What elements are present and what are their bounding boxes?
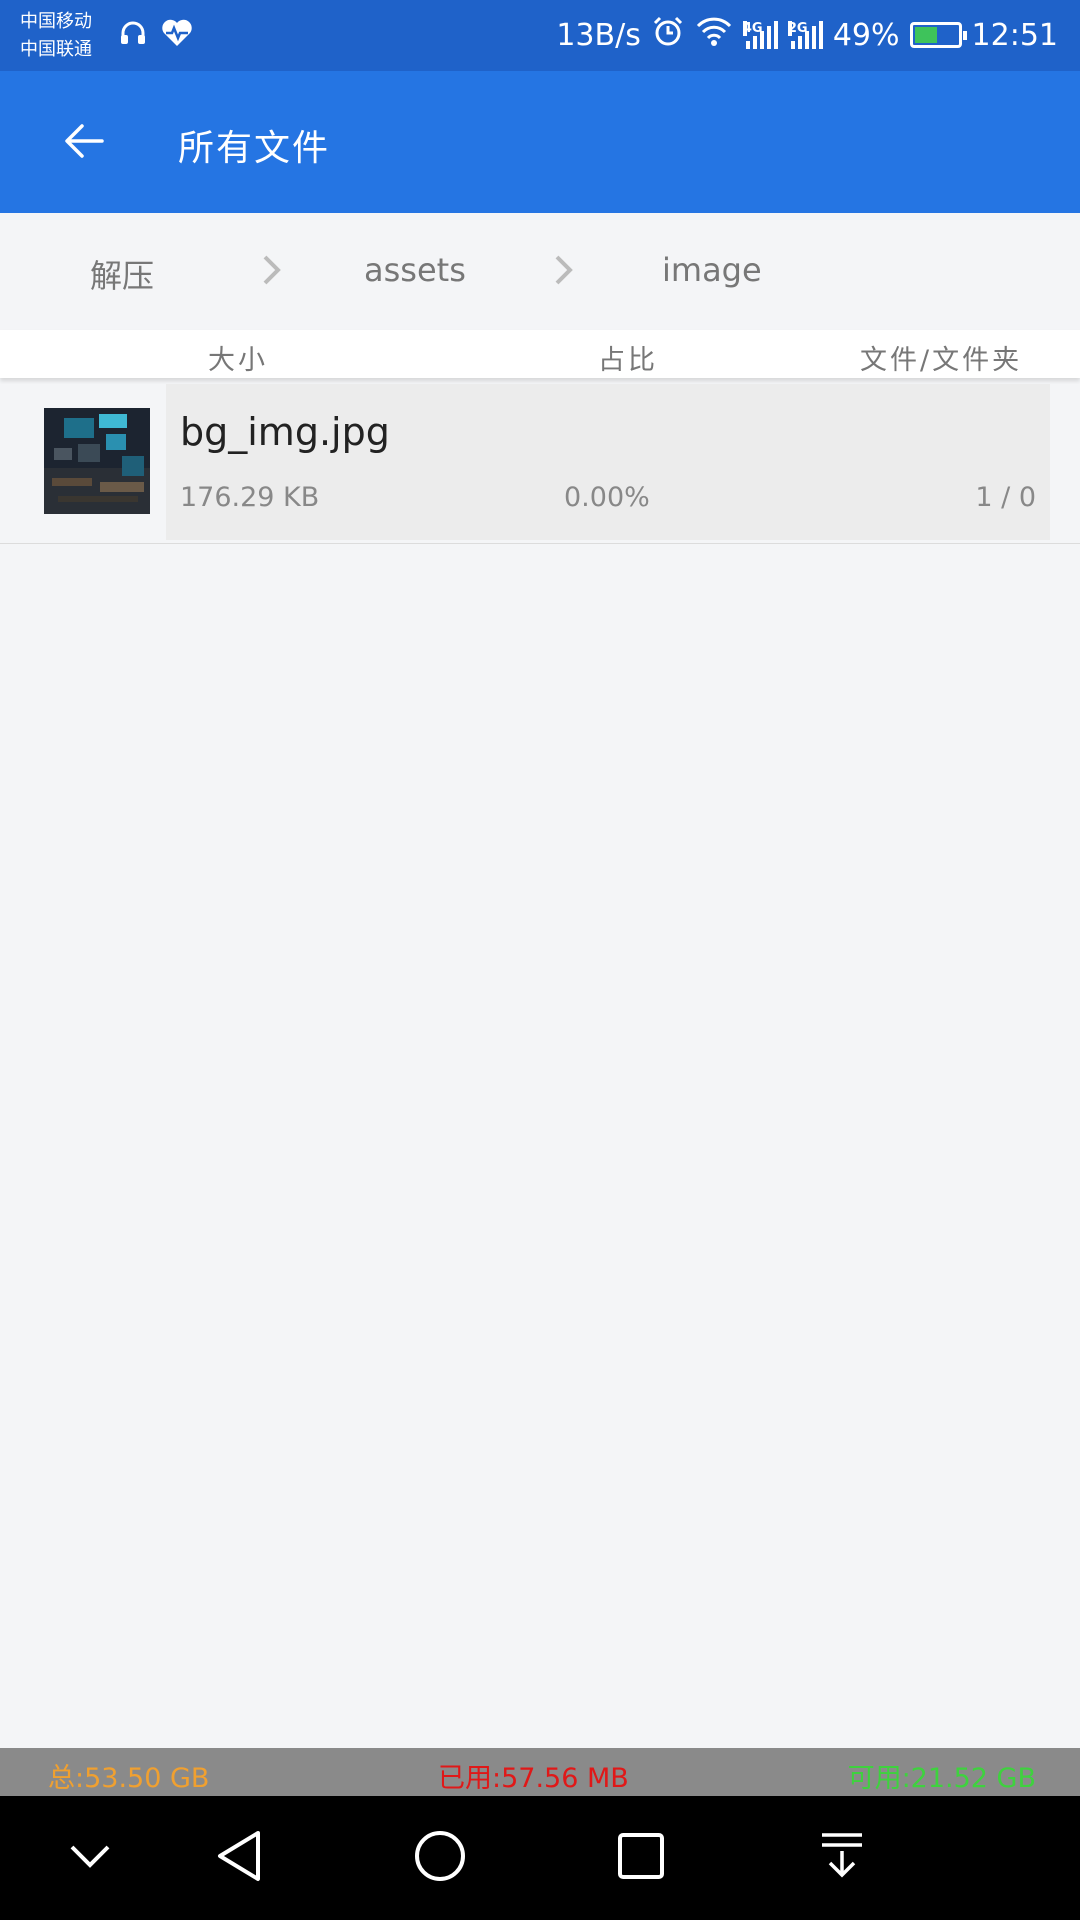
file-size: 176.29 KB [180,482,320,513]
status-bar: 中国移动 中国联通 13B/s 4G 2G 49% 12:51 [0,0,1080,71]
chevron-down-icon [68,1841,112,1875]
nav-home-button[interactable] [404,1822,476,1894]
home-circle-icon [413,1829,467,1887]
carrier-2: 中国联通 [20,39,92,60]
back-button[interactable] [48,107,120,179]
recents-square-icon [616,1831,666,1885]
storage-available: 可用:21.52 GB [847,1763,1036,1794]
triangle-back-icon [214,1829,264,1887]
chevron-right-icon [546,253,580,287]
file-ratio: 0.00% [564,482,650,513]
health-icon [160,18,194,52]
nav-recents-button[interactable] [605,1822,677,1894]
signal-4g-icon: 4G [742,21,778,49]
usage-bar-background [166,384,1050,540]
navigation-bar [0,1796,1080,1920]
collapse-button[interactable] [54,1822,126,1894]
status-left-icons [118,18,194,52]
list-item[interactable]: bg_img.jpg 176.29 KB 0.00% 1 / 0 [0,384,1080,544]
wifi-icon [695,15,733,55]
image-thumbnail [44,408,150,514]
column-files-folders[interactable]: 文件/文件夹 [860,338,1022,377]
notification-pull-button[interactable] [806,1822,878,1894]
signal-2g-icon: 2G [787,21,823,49]
carrier-info: 中国移动 中国联通 [20,8,92,64]
storage-summary: 总:53.50 GB 已用:57.56 MB 可用:21.52 GB [0,1748,1080,1796]
back-arrow-icon [62,121,106,165]
battery-percent: 49% [832,17,900,53]
carrier-1: 中国移动 [20,11,92,32]
pull-down-icon [818,1831,866,1885]
storage-used: 已用:57.56 MB [438,1763,629,1794]
breadcrumb-item-assets[interactable]: assets [364,251,466,289]
column-header: 大小 占比 文件/文件夹 [0,330,1080,378]
column-size[interactable]: 大小 [208,338,268,377]
battery-icon [909,22,967,48]
net-speed: 13B/s [556,17,641,53]
breadcrumb: 解压 assets image [0,213,1080,330]
storage-total: 总:53.50 GB [48,1763,210,1794]
breadcrumb-item-image[interactable]: image [662,251,762,289]
breadcrumb-item-unzip[interactable]: 解压 [90,251,154,297]
status-right: 13B/s 4G 2G 49% 12:51 [556,14,1058,56]
clock: 12:51 [971,17,1058,53]
alarm-icon [651,14,685,56]
chevron-right-icon [254,253,288,287]
headset-icon [118,18,148,52]
app-bar: 所有文件 [0,71,1080,213]
column-ratio[interactable]: 占比 [598,338,658,377]
nav-back-button[interactable] [203,1822,275,1894]
file-count: 1 / 0 [975,482,1036,513]
file-name: bg_img.jpg [180,410,390,454]
page-title: 所有文件 [178,128,331,169]
